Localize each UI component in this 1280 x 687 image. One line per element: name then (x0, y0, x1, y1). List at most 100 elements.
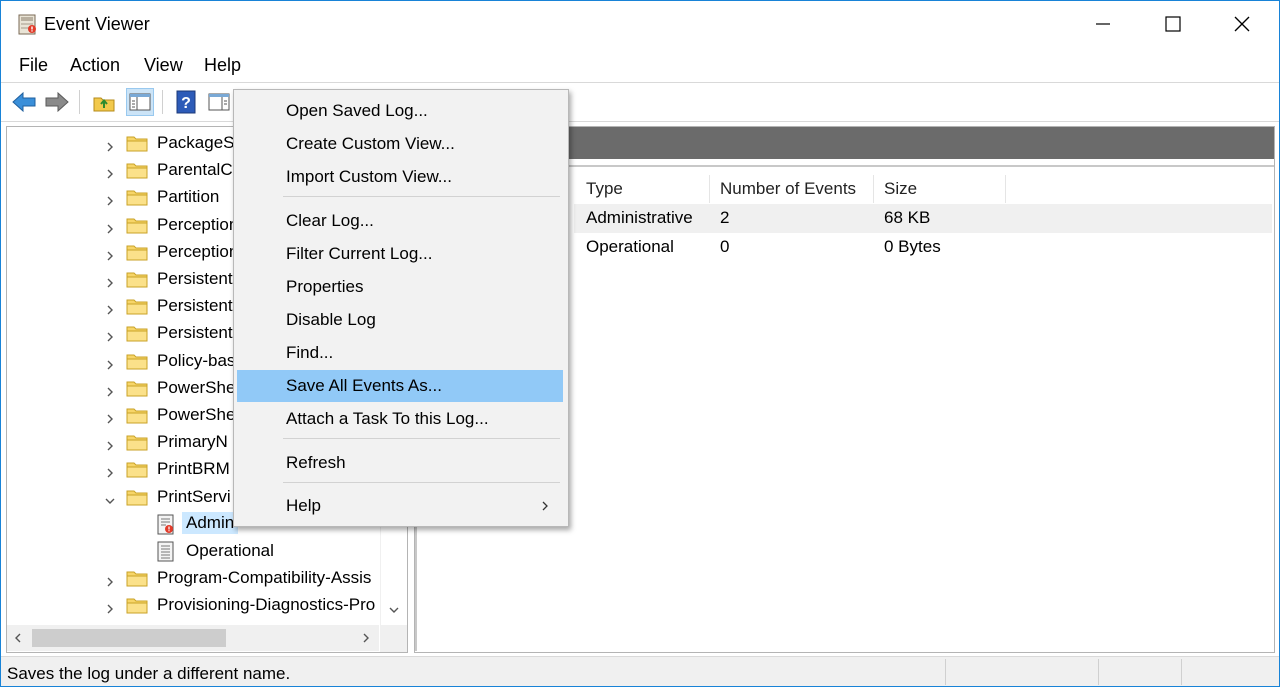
log-icon (156, 541, 178, 562)
folder-icon (126, 161, 148, 179)
menu-item-create-custom-view[interactable]: Create Custom View... (237, 128, 563, 160)
menu-item-save-all-events-as[interactable]: Save All Events As... (237, 370, 563, 402)
menu-item-label: Save All Events As... (286, 376, 442, 395)
menu-view[interactable]: View (144, 55, 183, 76)
maximize-icon (1165, 16, 1181, 32)
close-button[interactable] (1207, 1, 1277, 47)
menu-item-help[interactable]: Help (237, 490, 563, 522)
menu-item-clear-log[interactable]: Clear Log... (237, 205, 563, 237)
cell-type: Operational (586, 237, 674, 256)
status-divider (1181, 659, 1182, 685)
column-header-size[interactable]: Size (884, 179, 917, 199)
column-divider[interactable] (873, 175, 874, 203)
menu-item-properties[interactable]: Properties (237, 271, 563, 303)
tree-item-label: Partition (157, 187, 220, 207)
column-header-number-of-events[interactable]: Number of Events (720, 179, 856, 199)
status-text: Saves the log under a different name. (7, 664, 291, 683)
scroll-left-arrow-icon[interactable] (13, 632, 23, 644)
menu-item-refresh[interactable]: Refresh (237, 447, 563, 479)
tree-item-label: Persistent (157, 296, 233, 316)
maximize-button[interactable] (1138, 1, 1208, 47)
chevron-right-icon[interactable] (104, 573, 116, 587)
tree-item-label: PowerShe (157, 377, 236, 397)
column-divider[interactable] (709, 175, 710, 203)
tree-item-label: ParentalC (157, 160, 233, 180)
folder-icon (126, 134, 148, 152)
menu-help[interactable]: Help (204, 55, 241, 76)
chevron-right-icon[interactable] (104, 220, 116, 234)
help-icon: ? (176, 90, 196, 114)
menu-item-import-custom-view[interactable]: Import Custom View... (237, 161, 563, 193)
tree-item-label: Program-Compatibility-Assis (157, 568, 372, 588)
table-row[interactable]: Operational 0 0 Bytes (574, 233, 1272, 262)
chevron-right-icon[interactable] (104, 410, 116, 424)
context-menu: Open Saved Log... Create Custom View... … (233, 89, 569, 527)
tree-item-label: Persistent (157, 269, 233, 288)
chevron-right-icon[interactable] (104, 165, 116, 179)
chevron-right-icon[interactable] (104, 328, 116, 342)
minimize-icon (1096, 23, 1110, 25)
cell-events: 2 (720, 208, 730, 227)
tree-item-label: Perception (157, 214, 239, 234)
tree-item[interactable]: Program-Compatibility-Assis (7, 565, 379, 592)
menu-file[interactable]: File (19, 55, 48, 76)
folder-icon (126, 352, 148, 370)
tree-item-label: Persistent (157, 323, 233, 343)
chevron-right-icon[interactable] (104, 464, 116, 478)
menu-item-find[interactable]: Find... (237, 337, 563, 369)
cell-size: 0 Bytes (884, 237, 941, 256)
chevron-right-icon[interactable] (104, 274, 116, 288)
up-folder-icon (93, 97, 115, 112)
cell-size: 68 KB (884, 208, 931, 227)
folder-icon (126, 488, 148, 506)
tree-item-label: PrintServi (157, 486, 231, 506)
chevron-down-icon[interactable] (104, 492, 116, 504)
window-title: Event Viewer (44, 14, 150, 34)
menu-item-label: Find... (286, 343, 334, 362)
show-hide-action-pane-button[interactable] (205, 88, 233, 116)
toolbar: ? (1, 82, 1279, 122)
column-header-type[interactable]: Type (586, 179, 623, 199)
chevron-right-icon[interactable] (104, 138, 116, 152)
scroll-right-arrow-icon[interactable] (361, 632, 371, 644)
chevron-right-icon[interactable] (104, 600, 116, 614)
folder-icon (126, 188, 148, 206)
help-button[interactable]: ? (172, 88, 200, 116)
tree-item-label: PowerShe (157, 405, 236, 424)
menu-item-disable-log[interactable]: Disable Log (237, 304, 563, 336)
menu-separator (283, 196, 560, 197)
folder-icon (126, 270, 148, 288)
table-row[interactable]: Administrative 2 68 KB (574, 204, 1272, 233)
column-divider[interactable] (1005, 175, 1006, 203)
back-button[interactable] (10, 88, 38, 116)
status-divider (1098, 659, 1099, 685)
menu-item-attach-task[interactable]: Attach a Task To this Log... (237, 403, 563, 435)
chevron-right-icon[interactable] (104, 301, 116, 315)
folder-icon (126, 460, 148, 478)
menu-separator (283, 438, 560, 439)
show-hide-console-tree-icon (129, 93, 151, 111)
chevron-right-icon[interactable] (104, 356, 116, 370)
folder-icon (126, 569, 148, 587)
chevron-right-icon[interactable] (104, 437, 116, 451)
up-folder-button[interactable] (90, 88, 118, 116)
menu-item-label: Help (286, 496, 321, 515)
horizontal-scroll-thumb[interactable] (32, 629, 226, 647)
show-hide-console-tree-button[interactable] (126, 88, 154, 116)
status-divider (945, 659, 946, 685)
menu-item-open-saved-log[interactable]: Open Saved Log... (237, 95, 563, 127)
menu-item-label: Refresh (286, 453, 346, 472)
tree-item-label: Policy-bas (157, 350, 236, 370)
menu-item-label: Attach a Task To this Log... (286, 409, 489, 428)
menu-item-filter-current-log[interactable]: Filter Current Log... (237, 238, 563, 270)
chevron-right-icon[interactable] (104, 383, 116, 397)
tree-item[interactable]: Operational (7, 538, 379, 565)
menu-action[interactable]: Action (70, 55, 120, 76)
tree-horizontal-scrollbar[interactable] (7, 625, 379, 651)
tree-item[interactable]: Provisioning-Diagnostics-Pro (7, 592, 379, 619)
chevron-right-icon[interactable] (104, 192, 116, 206)
chevron-right-icon[interactable] (104, 247, 116, 261)
scroll-down-arrow-icon[interactable] (388, 605, 400, 615)
forward-button[interactable] (43, 88, 71, 116)
minimize-button[interactable] (1068, 1, 1138, 47)
